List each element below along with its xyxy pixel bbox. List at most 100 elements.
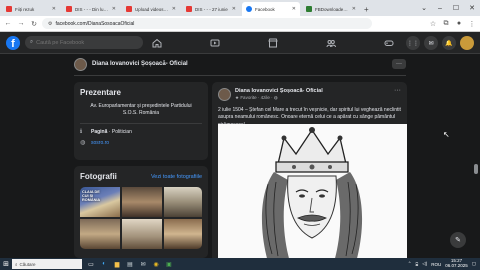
url-field[interactable]: ⚙ facebook.com/DianaSosoacaOficial: [42, 18, 372, 29]
website-link[interactable]: sosro.ro: [91, 140, 109, 146]
page-avatar[interactable]: [74, 57, 87, 71]
photo-thumbnail[interactable]: [80, 219, 120, 249]
page-title-bar: Diana Iovanovici Șoșoacă- Oficial ···: [74, 54, 406, 74]
download-icon: [306, 6, 312, 12]
intro-card: Prezentare Av. Europarlamentar și președ…: [74, 82, 208, 160]
youtube-icon: [126, 6, 132, 12]
reload-icon[interactable]: ↻: [29, 19, 39, 29]
menu-icon[interactable]: ⋮: [467, 19, 477, 29]
menu-grid-icon[interactable]: ⋮⋮: [406, 36, 420, 50]
store-icon[interactable]: ▤: [124, 258, 136, 270]
post-image[interactable]: [218, 124, 407, 262]
task-view-icon[interactable]: ▭: [85, 258, 97, 270]
clock[interactable]: 15:27 06.07.2025: [445, 258, 468, 269]
notification-icon[interactable]: ▢: [472, 261, 476, 267]
search-input[interactable]: [36, 39, 127, 46]
photos-heading: Fotografii: [80, 172, 117, 181]
browser-tab[interactable]: Upload videos at a ✕: [122, 2, 180, 16]
post-card: Diana Iovanovici Șoșoacă- Oficial ★ Favo…: [212, 82, 407, 262]
close-icon[interactable]: ✕: [352, 6, 356, 12]
portrait-illustration: [218, 124, 407, 262]
mouse-cursor-icon: ↖: [443, 130, 450, 139]
home-icon[interactable]: [128, 32, 186, 54]
clock-date: 06.07.2025: [445, 263, 468, 268]
close-icon[interactable]: ✕: [52, 6, 56, 12]
browser-tab[interactable]: DIS - - - 27 iunie ✕: [182, 2, 240, 16]
video-icon[interactable]: [186, 32, 244, 54]
post-author[interactable]: Diana Iovanovici Șoșoacă- Oficial: [235, 88, 323, 94]
category-label: Pagină: [91, 129, 108, 135]
address-bar-row: ← → ↻ ⚙ facebook.com/DianaSosoacaOficial…: [0, 16, 480, 32]
tab-title: FBDownloader | F: [315, 6, 349, 12]
facebook-header: f ⌕ ⋮⋮ ✉ 🔔: [0, 32, 480, 54]
avatar[interactable]: [460, 36, 474, 50]
back-icon[interactable]: ←: [3, 19, 13, 29]
intro-bio: Av. Europarlamentar și președintele Part…: [80, 103, 202, 124]
photo-thumbnail[interactable]: CLAIA DE CUI ȘI ROMÂNIA: [80, 187, 120, 217]
url-text: facebook.com/DianaSosoacaOficial: [55, 20, 135, 27]
facebook-search[interactable]: ⌕: [25, 36, 143, 49]
network-icon[interactable]: ⌸: [416, 262, 419, 267]
photo-grid: CLAIA DE CUI ȘI ROMÂNIA: [80, 187, 202, 249]
photo-thumbnail[interactable]: [164, 219, 202, 249]
star-icon[interactable]: ☆: [428, 19, 438, 29]
compose-message-button[interactable]: ✎: [450, 232, 466, 248]
extensions-icon[interactable]: ⧉: [441, 19, 451, 29]
tab-title: Facebook: [255, 6, 275, 12]
info-icon: ℹ: [80, 129, 83, 135]
see-all-photos-link[interactable]: Vezi toate fotografiile: [151, 174, 202, 180]
maximize-icon[interactable]: ☐: [448, 0, 464, 16]
taskbar-search[interactable]: ⌕ Căutare: [12, 259, 82, 269]
tab-title: Fiiți rezuk: [15, 6, 35, 12]
browser-tab[interactable]: FBDownloader | F ✕: [302, 2, 360, 16]
browser-tab[interactable]: DIS - - - Din lumin ✕: [62, 2, 120, 16]
file-explorer-icon[interactable]: ▆: [111, 258, 123, 270]
youtube-icon: [186, 6, 192, 12]
youtube-icon: [66, 6, 72, 12]
post-meta[interactable]: Favorite · 4zile ·: [240, 95, 274, 100]
search-icon: ⌕: [30, 39, 34, 45]
intro-heading: Prezentare: [80, 88, 121, 97]
search-icon: ⌕: [15, 261, 18, 267]
photo-thumbnail[interactable]: [122, 219, 162, 249]
taskbar-search-placeholder: Căutare: [19, 261, 36, 267]
close-icon[interactable]: ✕: [112, 6, 116, 12]
scrollbar[interactable]: [474, 54, 478, 258]
photo-thumbnail[interactable]: [164, 187, 202, 217]
chrome-icon[interactable]: ◉: [150, 258, 162, 270]
windows-start-icon[interactable]: ⊞: [0, 258, 12, 270]
chevron-up-icon[interactable]: ⌃: [408, 261, 412, 267]
photo-thumbnail[interactable]: [122, 187, 162, 217]
close-icon[interactable]: ✕: [232, 6, 236, 12]
new-tab-button[interactable]: +: [364, 2, 369, 16]
messenger-icon[interactable]: ✉: [424, 36, 438, 50]
close-icon[interactable]: ✕: [172, 6, 176, 12]
close-window-icon[interactable]: ✕: [464, 0, 480, 16]
chevron-down-icon[interactable]: ⌄: [416, 0, 432, 16]
page-title[interactable]: Diana Iovanovici Șoșoacă- Oficial: [92, 61, 188, 67]
tab-title: DIS - - - Din lumin: [75, 6, 109, 12]
facebook-logo-icon[interactable]: f: [6, 35, 20, 50]
volume-icon[interactable]: ◁): [422, 261, 427, 267]
tab-title: DIS - - - 27 iunie: [195, 6, 228, 12]
app-icon[interactable]: ▣: [163, 258, 175, 270]
edge-icon[interactable]: ◐: [98, 258, 110, 270]
globe-icon: ◍: [273, 95, 278, 100]
language-indicator[interactable]: ROU: [431, 262, 441, 267]
minimize-icon[interactable]: –: [432, 0, 448, 16]
site-info-icon[interactable]: ⚙: [48, 21, 52, 27]
category-value: Politician: [111, 129, 132, 135]
post-avatar[interactable]: [218, 88, 231, 101]
notifications-icon[interactable]: 🔔: [442, 36, 456, 50]
marketplace-icon[interactable]: [244, 32, 302, 54]
close-icon[interactable]: ✕: [292, 6, 296, 12]
more-options-icon[interactable]: ···: [392, 59, 406, 69]
more-options-icon[interactable]: ···: [394, 87, 401, 94]
mail-icon[interactable]: ✉: [137, 258, 149, 270]
forward-icon[interactable]: →: [16, 19, 26, 29]
scrollbar-thumb[interactable]: [474, 164, 478, 174]
browser-tab-active[interactable]: Facebook ✕: [242, 2, 300, 16]
profile-icon[interactable]: ●: [454, 19, 464, 29]
groups-icon[interactable]: [302, 32, 360, 54]
browser-tab[interactable]: Fiiți rezuk ✕: [2, 2, 60, 16]
